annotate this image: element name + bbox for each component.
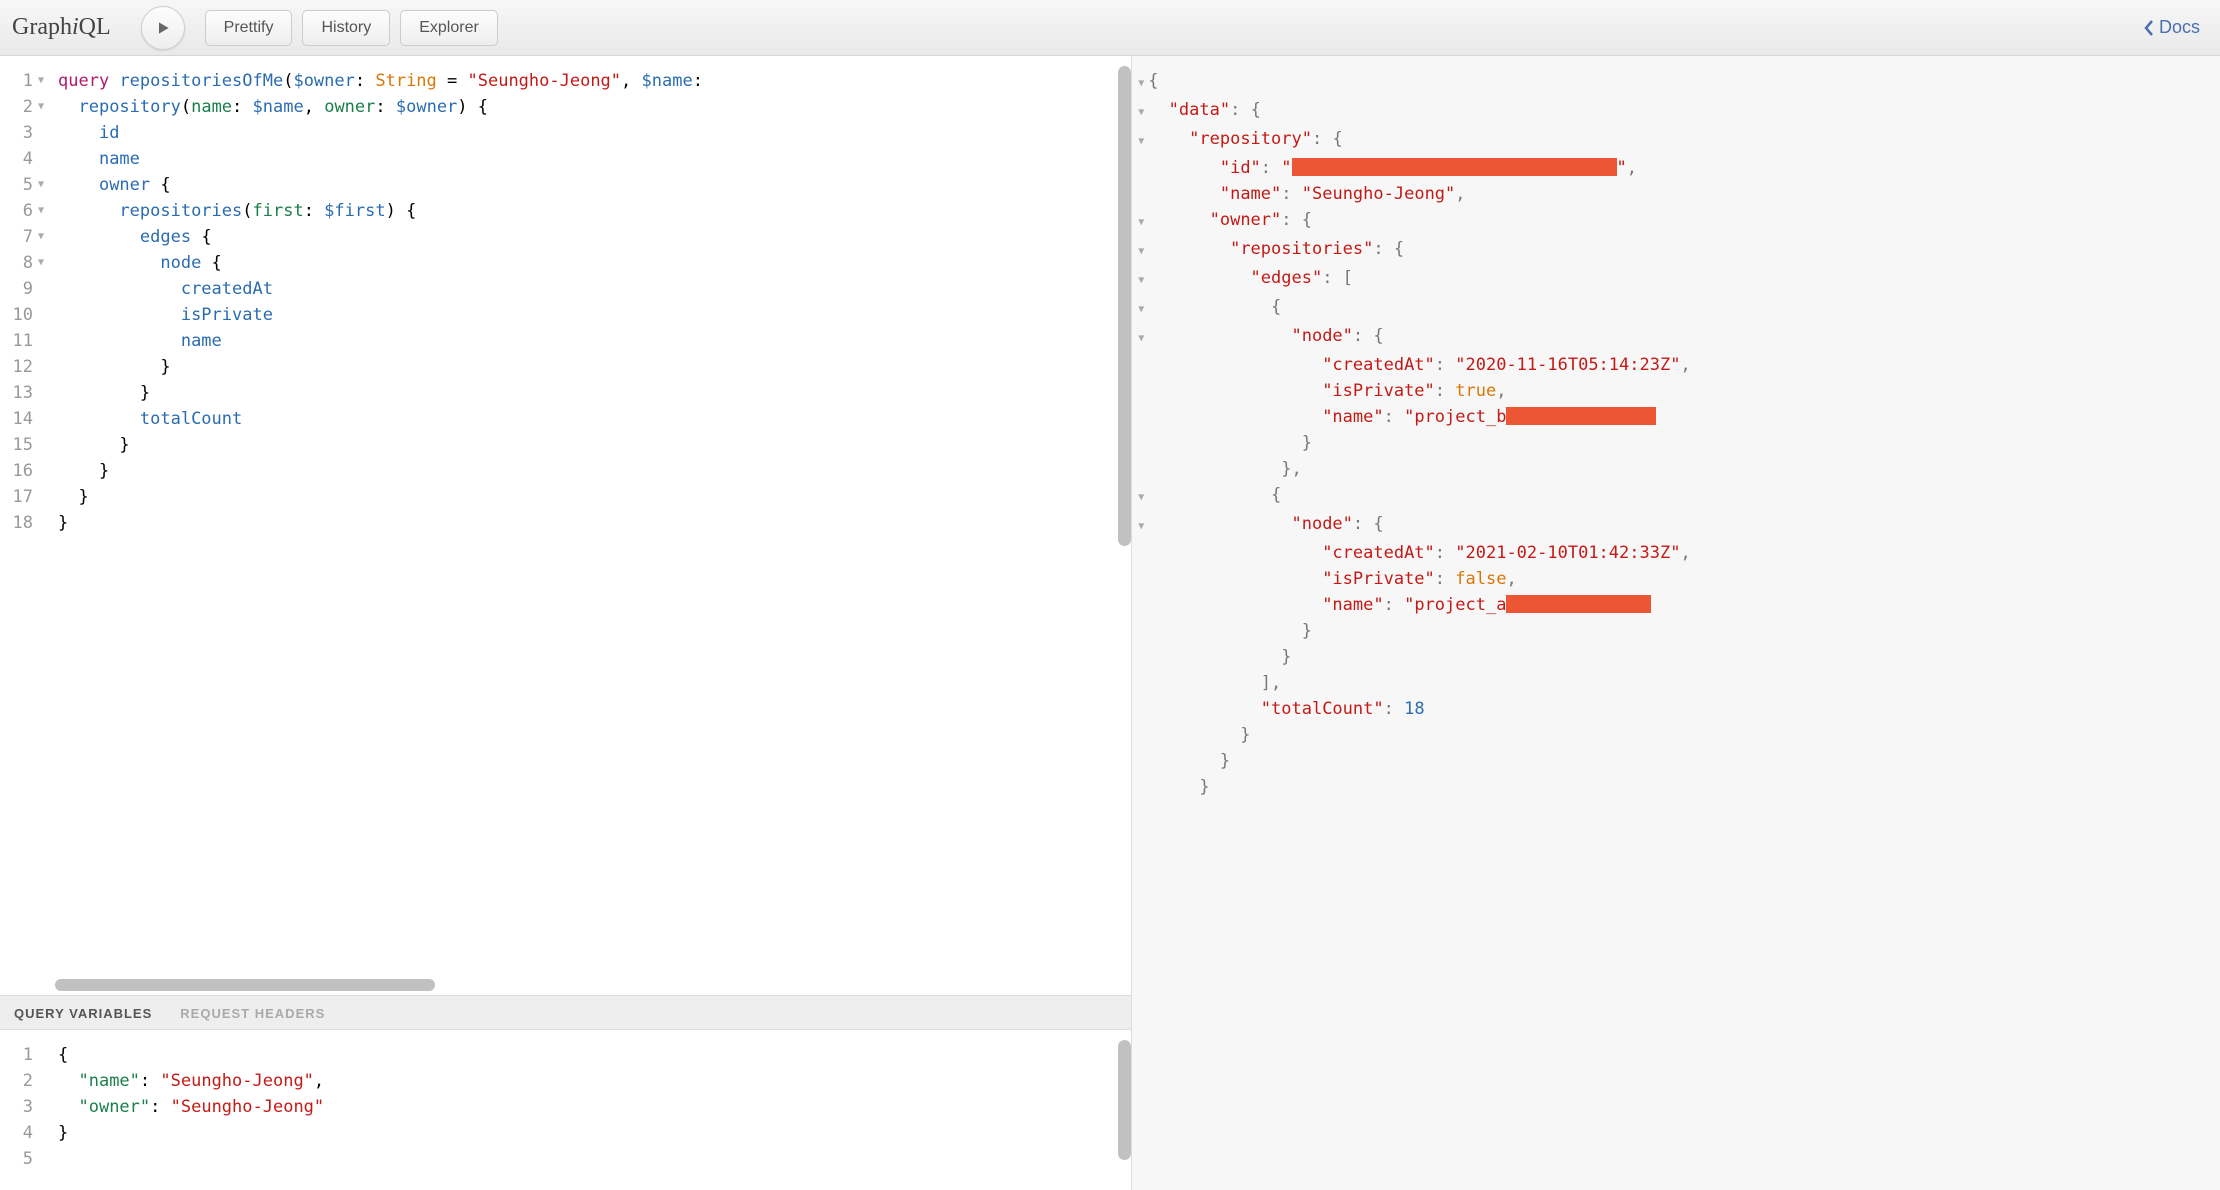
result-pane: ▼{ ▼ "data": { ▼ "repository": { "id": "… xyxy=(1132,56,2220,1190)
redacted-name-1 xyxy=(1506,407,1656,425)
result-json[interactable]: ▼{ ▼ "data": { ▼ "repository": { "id": "… xyxy=(1132,56,2220,812)
app-title: GraphiQL xyxy=(12,14,111,41)
toolbar: GraphiQL Prettify History Explorer Docs xyxy=(0,0,2220,56)
query-code[interactable]: query repositoriesOfMe($owner: String = … xyxy=(50,56,1131,995)
query-scrollbar-v[interactable] xyxy=(1118,66,1131,546)
chevron-left-icon xyxy=(2143,19,2155,37)
execute-button[interactable] xyxy=(141,6,185,50)
history-button[interactable]: History xyxy=(302,10,390,46)
query-editor[interactable]: 1▼ 2▼ 3 4 5▼ 6▼ 7▼ 8▼ 9 10 11 12 13 14 1… xyxy=(0,56,1131,996)
left-pane: 1▼ 2▼ 3 4 5▼ 6▼ 7▼ 8▼ 9 10 11 12 13 14 1… xyxy=(0,56,1132,1190)
query-gutter: 1▼ 2▼ 3 4 5▼ 6▼ 7▼ 8▼ 9 10 11 12 13 14 1… xyxy=(0,56,50,995)
redacted-name-2 xyxy=(1506,595,1651,613)
vars-scrollbar-v[interactable] xyxy=(1118,1040,1131,1160)
main-area: 1▼ 2▼ 3 4 5▼ 6▼ 7▼ 8▼ 9 10 11 12 13 14 1… xyxy=(0,56,2220,1190)
explorer-button[interactable]: Explorer xyxy=(400,10,498,46)
docs-button[interactable]: Docs xyxy=(2143,17,2208,38)
variables-editor[interactable]: 1 2 3 4 5 { "name": "Seungho-Jeong", "ow… xyxy=(0,1030,1131,1190)
tab-query-variables[interactable]: Query Variables xyxy=(14,1006,152,1021)
tab-request-headers[interactable]: Request Headers xyxy=(180,1006,325,1021)
vars-code[interactable]: { "name": "Seungho-Jeong", "owner": "Seu… xyxy=(50,1030,1131,1190)
prettify-button[interactable]: Prettify xyxy=(205,10,293,46)
vars-gutter: 1 2 3 4 5 xyxy=(0,1030,50,1190)
redacted-id xyxy=(1292,158,1617,176)
secondary-tabs: Query Variables Request Headers xyxy=(0,996,1131,1030)
query-scrollbar-h[interactable] xyxy=(55,979,435,991)
play-icon xyxy=(155,20,171,36)
